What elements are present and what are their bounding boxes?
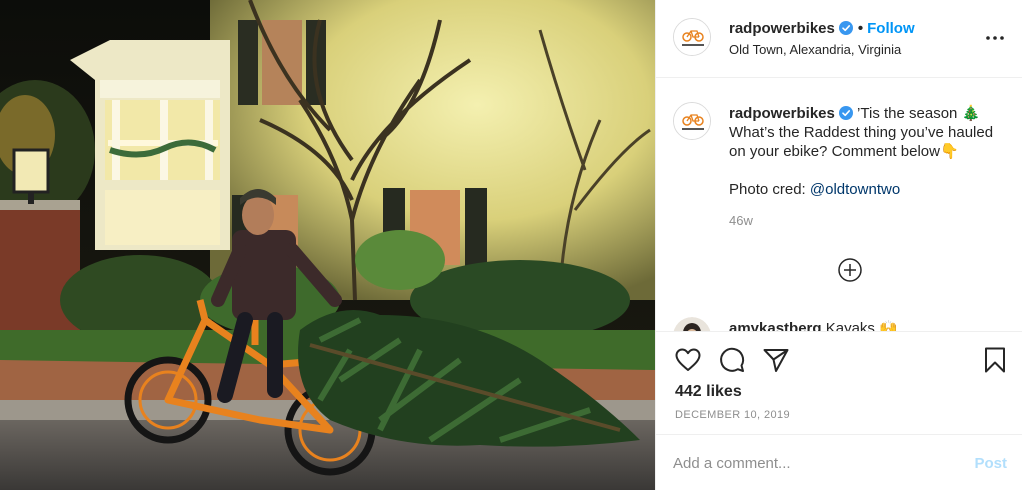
caption-username[interactable]: radpowerbikes	[729, 105, 835, 122]
caption-line-3: on your ebike? Comment below👇	[729, 143, 959, 160]
avatar[interactable]	[673, 18, 711, 56]
caption-first-line: radpowerbikes ’Tis the season 🎄	[729, 104, 1011, 123]
bookmark-icon[interactable]	[981, 346, 1009, 374]
paper-plane-icon[interactable]	[762, 346, 790, 374]
photo-credit: Photo cred: @oldtowntwo	[729, 180, 1011, 199]
comment-body: Kayaks 🙌	[825, 320, 898, 331]
comments-area[interactable]: radpowerbikes ’Tis the season 🎄 What’s t…	[656, 79, 1022, 331]
caption-avatar[interactable]	[673, 102, 711, 140]
plus-circle-icon[interactable]	[837, 257, 863, 283]
location-link[interactable]: Old Town, Alexandria, Virginia	[729, 42, 901, 57]
likes-count[interactable]: 442 likes	[675, 383, 742, 401]
post-date[interactable]: DECEMBER 10, 2019	[675, 409, 790, 421]
rad-logo-icon	[674, 103, 710, 139]
post-header: radpowerbikes • Follow Old Town, Alexandri…	[656, 0, 1022, 78]
caption-line-1: ’Tis the season 🎄	[857, 105, 981, 122]
heart-icon[interactable]	[674, 346, 702, 374]
comment-input[interactable]	[673, 452, 953, 474]
more-options-icon[interactable]	[983, 26, 1007, 50]
photo-illustration	[0, 0, 655, 490]
comment-username[interactable]: amykastberg	[729, 320, 822, 331]
commenter-avatar[interactable]	[673, 317, 711, 331]
post-comment-button[interactable]: Post	[974, 455, 1007, 472]
rad-logo-icon	[674, 19, 710, 55]
add-comment-bar: Post	[656, 434, 1022, 490]
caption-age[interactable]: 46w	[729, 213, 753, 228]
post-caption: radpowerbikes ’Tis the season 🎄 What’s t…	[729, 104, 1011, 199]
follow-button[interactable]: Follow	[867, 20, 915, 37]
comment-text: amykastberg Kayaks 🙌	[729, 319, 898, 331]
header-username[interactable]: radpowerbikes	[729, 20, 835, 37]
credit-mention-link[interactable]: @oldtowntwo	[810, 181, 900, 198]
post-actions: 442 likes DECEMBER 10, 2019	[656, 331, 1022, 434]
post-side-panel: radpowerbikes • Follow Old Town, Alexandri…	[655, 0, 1022, 490]
credit-prefix: Photo cred:	[729, 181, 810, 198]
comment-item: amykastberg Kayaks 🙌	[673, 317, 1013, 331]
header-username-line: radpowerbikes • Follow	[729, 20, 915, 37]
verified-badge-icon	[838, 21, 853, 35]
caption-line-2: What’s the Raddest thing you’ve hauled	[729, 124, 994, 141]
commenter-photo-icon	[673, 317, 711, 331]
separator-dot: •	[857, 20, 864, 37]
comment-bubble-icon[interactable]	[718, 346, 746, 374]
post-photo[interactable]	[0, 0, 655, 490]
verified-badge-icon	[838, 106, 853, 120]
